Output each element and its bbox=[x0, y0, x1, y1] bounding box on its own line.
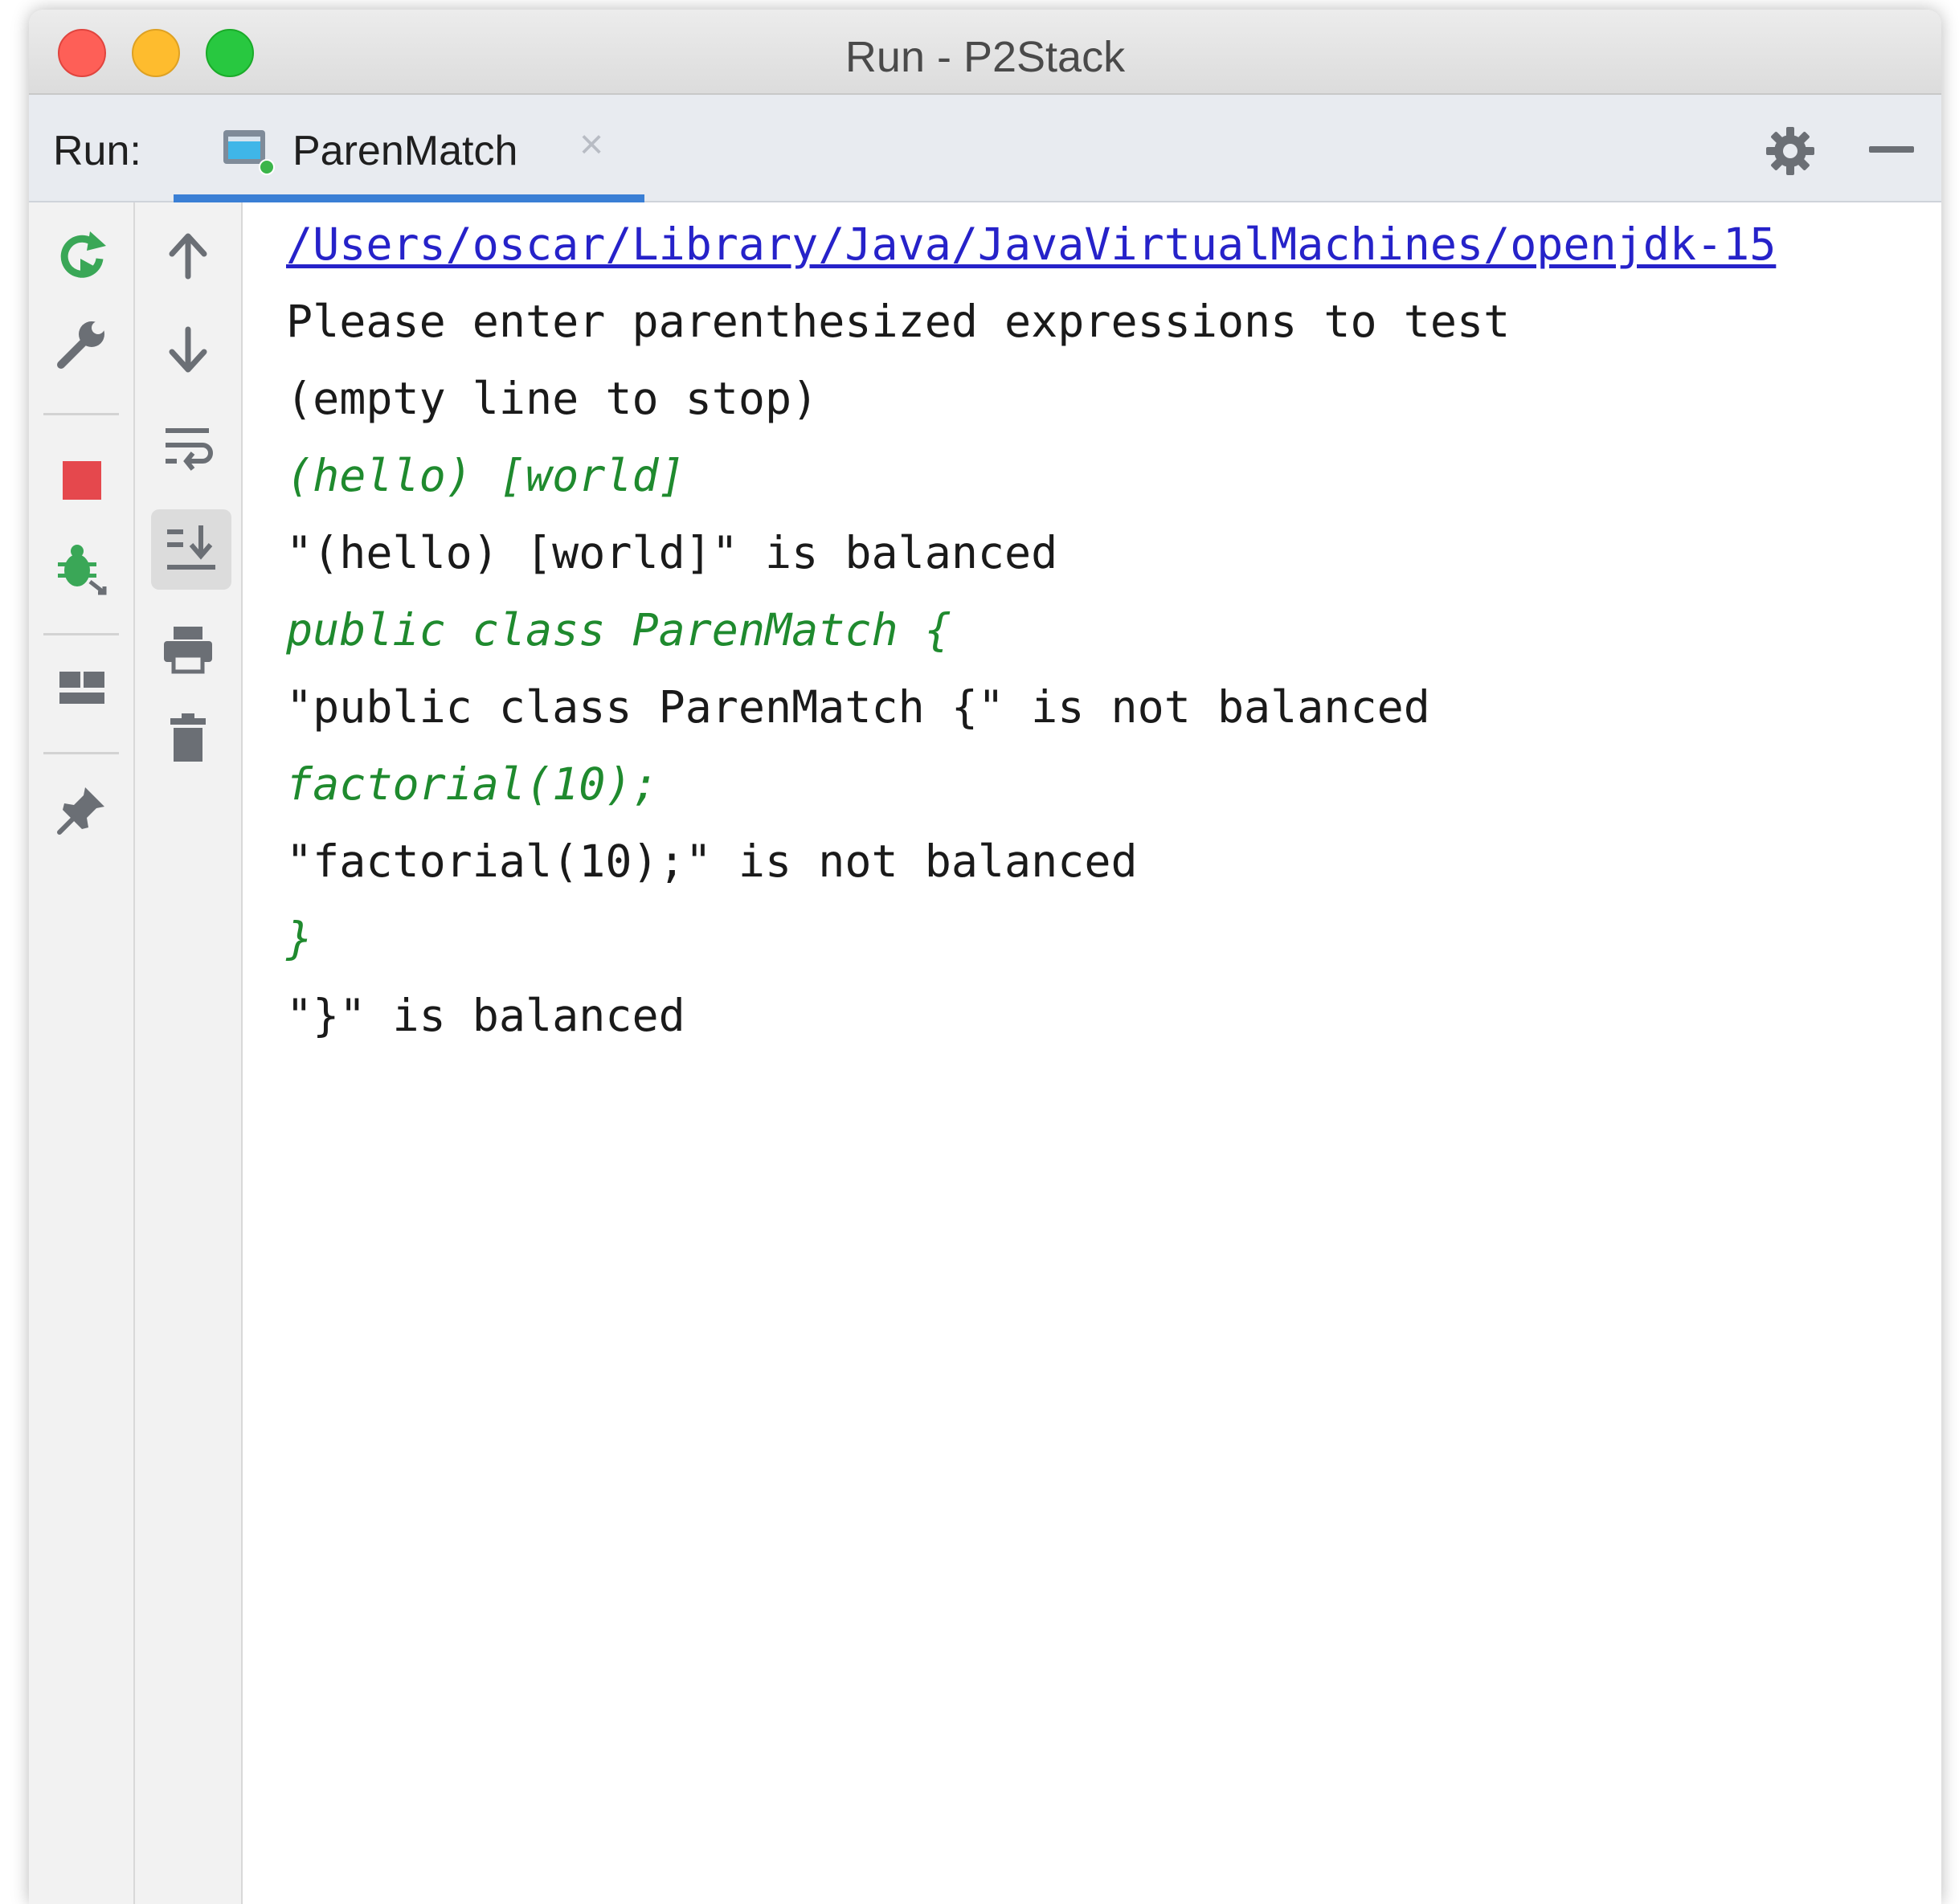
soft-wrap-icon[interactable] bbox=[159, 419, 217, 477]
toolbar-separator bbox=[43, 413, 119, 415]
console-line-output: "(hello) [world]" is balanced bbox=[286, 527, 1058, 578]
console-line-output: "}" is balanced bbox=[286, 990, 685, 1041]
close-tab-icon[interactable]: × bbox=[572, 124, 611, 165]
console-line-input: factorial(10); bbox=[286, 758, 659, 810]
toolbar-separator bbox=[43, 752, 119, 754]
print-icon[interactable] bbox=[159, 620, 217, 678]
console-line-path[interactable]: /Users/oscar/Library/Java/JavaVirtualMac… bbox=[286, 206, 1776, 283]
run-tab-bar: Run: ParenMatch × bbox=[29, 95, 1941, 202]
stop-icon[interactable] bbox=[53, 451, 111, 509]
gear-icon[interactable] bbox=[1765, 125, 1816, 177]
up-arrow-icon[interactable] bbox=[159, 227, 217, 284]
run-window: Run - P2Stack Run: ParenMatch × /Users/o… bbox=[29, 10, 1941, 1904]
console-action-toolbar bbox=[135, 202, 243, 1904]
title-bar: Run - P2Stack bbox=[29, 10, 1941, 95]
tab-label: ParenMatch bbox=[292, 128, 518, 174]
down-arrow-icon[interactable] bbox=[159, 321, 217, 379]
console-line-input: (hello) [world] bbox=[286, 450, 685, 501]
console-line-output: "public class ParenMatch {" is not balan… bbox=[286, 681, 1430, 733]
run-label: Run: bbox=[53, 128, 141, 174]
console-line-output: (empty line to stop) bbox=[286, 373, 819, 424]
toolbar-separator bbox=[43, 633, 119, 635]
hide-panel-button[interactable] bbox=[1869, 146, 1914, 153]
application-icon bbox=[223, 130, 275, 175]
rerun-icon[interactable] bbox=[53, 227, 111, 284]
debug-icon[interactable] bbox=[53, 540, 111, 598]
trash-icon[interactable] bbox=[159, 709, 217, 766]
console-line-input: } bbox=[286, 913, 313, 964]
window-title: Run - P2Stack bbox=[845, 33, 1126, 81]
layout-icon[interactable] bbox=[53, 660, 111, 718]
console-line-output: "factorial(10);" is not balanced bbox=[286, 836, 1138, 887]
active-tab-indicator bbox=[174, 194, 644, 202]
left-action-toolbar bbox=[29, 202, 135, 1904]
console-line-input: public class ParenMatch { bbox=[286, 604, 951, 656]
console-output[interactable]: /Users/oscar/Library/Java/JavaVirtualMac… bbox=[243, 202, 1941, 1904]
console-line-output: Please enter parenthesized expressions t… bbox=[286, 296, 1511, 347]
scroll-to-end-icon[interactable] bbox=[162, 521, 220, 578]
pin-icon[interactable] bbox=[53, 781, 111, 839]
wrench-icon[interactable] bbox=[53, 315, 111, 373]
